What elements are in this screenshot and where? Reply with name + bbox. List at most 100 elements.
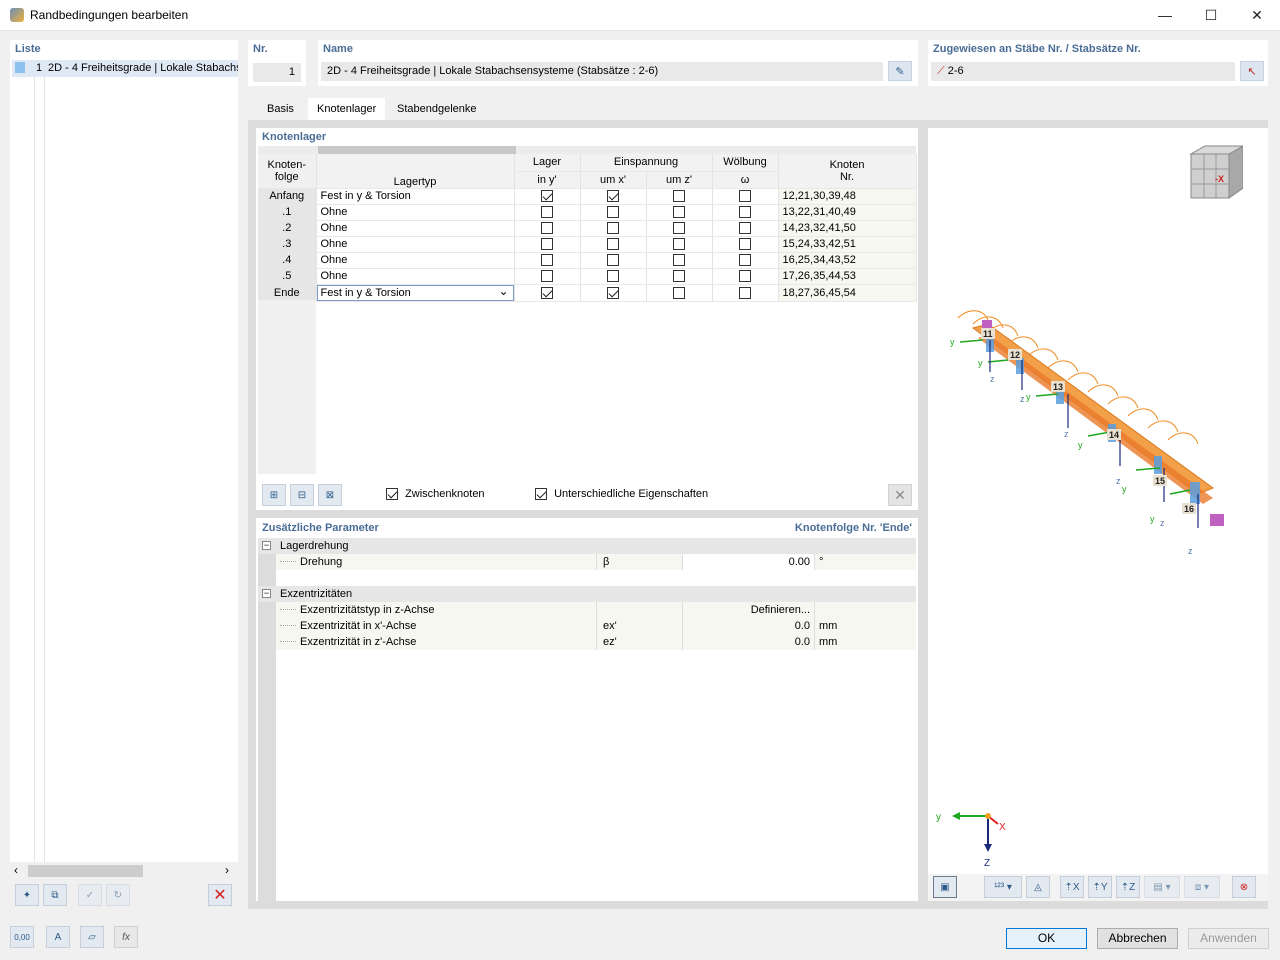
row-knoten[interactable]: 16,25,34,43,52 [778,252,917,269]
table-row[interactable]: Ende Fest in y & Torsion ⌄ 18,27,36,45,54 [258,284,917,302]
view-settings-icon[interactable]: ▣ [933,876,957,898]
row-lager-y[interactable] [514,188,581,205]
table-row[interactable]: .3 Ohne 15,24,33,42,51 [258,236,917,253]
zwischenknoten-checkbox[interactable]: Zwischenknoten [386,488,485,501]
row-um-x[interactable] [580,188,647,205]
row-lager-y[interactable] [514,204,581,221]
minimize-button[interactable]: — [1142,0,1188,31]
row-lagertyp[interactable]: Ohne [316,252,515,269]
display-options-icon[interactable]: ◬ [1026,876,1050,898]
row-woelbung[interactable] [712,220,779,237]
checkbox[interactable] [739,222,752,235]
render-mode-icon[interactable]: ⧈ ▾ [1184,876,1220,898]
checkbox[interactable] [739,286,752,299]
checkbox[interactable] [541,190,553,203]
row-um-x[interactable] [580,220,647,237]
iso-view-icon[interactable]: ▤ ▾ [1144,876,1180,898]
unterschiedliche-checkbox[interactable]: Unterschiedliche Eigenschaften [535,488,708,501]
checkbox[interactable] [541,206,553,219]
pick-members-icon[interactable]: ↖ [1240,61,1264,81]
nr-field[interactable]: 1 [253,63,301,82]
param-value[interactable]: 0.0 [682,634,814,650]
checkbox[interactable] [739,254,752,267]
row-um-z[interactable] [646,268,713,285]
display-icon[interactable]: ▱ [80,926,104,948]
checkbox[interactable] [541,222,553,235]
row-woelbung[interactable] [712,252,779,269]
checkbox[interactable] [673,238,685,251]
row-lagertyp[interactable]: Ohne [316,268,515,285]
lagertyp-dropdown[interactable]: Fest in y & Torsion ⌄ [316,284,513,300]
row-um-x[interactable] [580,236,647,253]
tab-stabendgelenke[interactable]: Stabendgelenke [388,98,486,120]
reset-view-icon[interactable]: ⊗ [1232,876,1256,898]
row-um-x[interactable] [580,268,647,285]
horizontal-scrollbar[interactable]: ‹ › [10,862,238,880]
row-knoten[interactable]: 13,22,31,40,49 [778,204,917,221]
assigned-field[interactable]: ⟋ 2-6 [931,62,1235,81]
scroll-thumb[interactable] [28,865,143,877]
row-lager-y[interactable] [514,252,581,269]
checkbox[interactable] [739,238,752,251]
row-um-z[interactable] [646,220,713,237]
tab-knotenlager[interactable]: Knotenlager [308,98,386,120]
unterschiedliche-check[interactable] [535,488,547,501]
checkbox[interactable] [607,254,619,267]
row-knoten[interactable]: 14,23,32,41,50 [778,220,917,237]
checkbox[interactable] [607,190,619,203]
new-item-icon[interactable]: ✦ [15,884,39,906]
delete-row-icon[interactable]: ⊟ [290,484,314,506]
checkbox[interactable] [607,222,619,235]
checkbox[interactable] [541,254,553,267]
collapse-icon[interactable]: − [262,589,271,598]
table-row[interactable]: Anfang Fest in y & Torsion 12,21,30,39,48 [258,188,917,205]
checkbox[interactable] [607,206,619,219]
row-lager-y[interactable] [514,284,581,302]
checkbox[interactable] [607,270,619,283]
checkbox[interactable] [673,206,685,219]
checkbox[interactable] [541,270,553,283]
row-lagertyp[interactable]: Ohne [316,236,515,253]
checkbox[interactable] [673,270,685,283]
edit-name-icon[interactable]: ✎ [888,61,912,81]
row-lagertyp[interactable]: Ohne [316,220,515,237]
row-knoten[interactable]: 17,26,35,44,53 [778,268,917,285]
zwischenknoten-check[interactable] [386,488,398,501]
uncheck-icon[interactable]: ↻ [106,884,130,906]
group-exzentrizitaeten[interactable]: − Exzentrizitäten [258,586,916,602]
chevron-down-icon[interactable]: ⌄ [498,284,508,298]
checkbox[interactable] [673,190,685,203]
table-row[interactable]: .1 Ohne 13,22,31,40,49 [258,204,917,221]
copy-item-icon[interactable]: ⧉ [43,884,67,906]
view-x-icon[interactable]: ⇡X [1060,876,1084,898]
cancel-button[interactable]: Abbrechen [1097,928,1178,949]
row-lagertyp[interactable]: Ohne [316,204,515,221]
structure-view[interactable]: 11 12 13 14 15 16 y y z z y z y z y z y … [928,298,1268,568]
checkbox[interactable] [541,286,553,299]
view-minus-y-icon[interactable]: ⇡Y [1088,876,1112,898]
row-um-x[interactable] [580,204,647,221]
text-edit-icon[interactable]: A [46,926,70,948]
reset-icon[interactable]: ✕ [888,484,912,506]
row-lager-y[interactable] [514,268,581,285]
row-woelbung[interactable] [712,268,779,285]
function-icon[interactable]: fx [114,926,138,948]
row-um-z[interactable] [646,284,713,302]
close-window-button[interactable]: ✕ [1234,0,1280,31]
scroll-left-icon[interactable]: ‹ [14,863,18,877]
checkbox[interactable] [541,238,553,251]
units-icon[interactable]: 0,00 [10,926,34,948]
group-lagerdrehung[interactable]: − Lagerdrehung [258,538,916,554]
row-knoten[interactable]: 15,24,33,42,51 [778,236,917,253]
scroll-right-icon[interactable]: › [225,863,229,877]
insert-row-icon[interactable]: ⊞ [262,484,286,506]
param-value[interactable]: 0.0 [682,618,814,634]
checkbox[interactable] [607,238,619,251]
checkbox[interactable] [739,190,752,203]
param-value[interactable]: 0.00 [682,554,814,570]
row-um-z[interactable] [646,188,713,205]
row-woelbung[interactable] [712,236,779,253]
row-knoten[interactable]: 18,27,36,45,54 [778,284,917,302]
row-um-z[interactable] [646,204,713,221]
checkbox[interactable] [673,222,685,235]
